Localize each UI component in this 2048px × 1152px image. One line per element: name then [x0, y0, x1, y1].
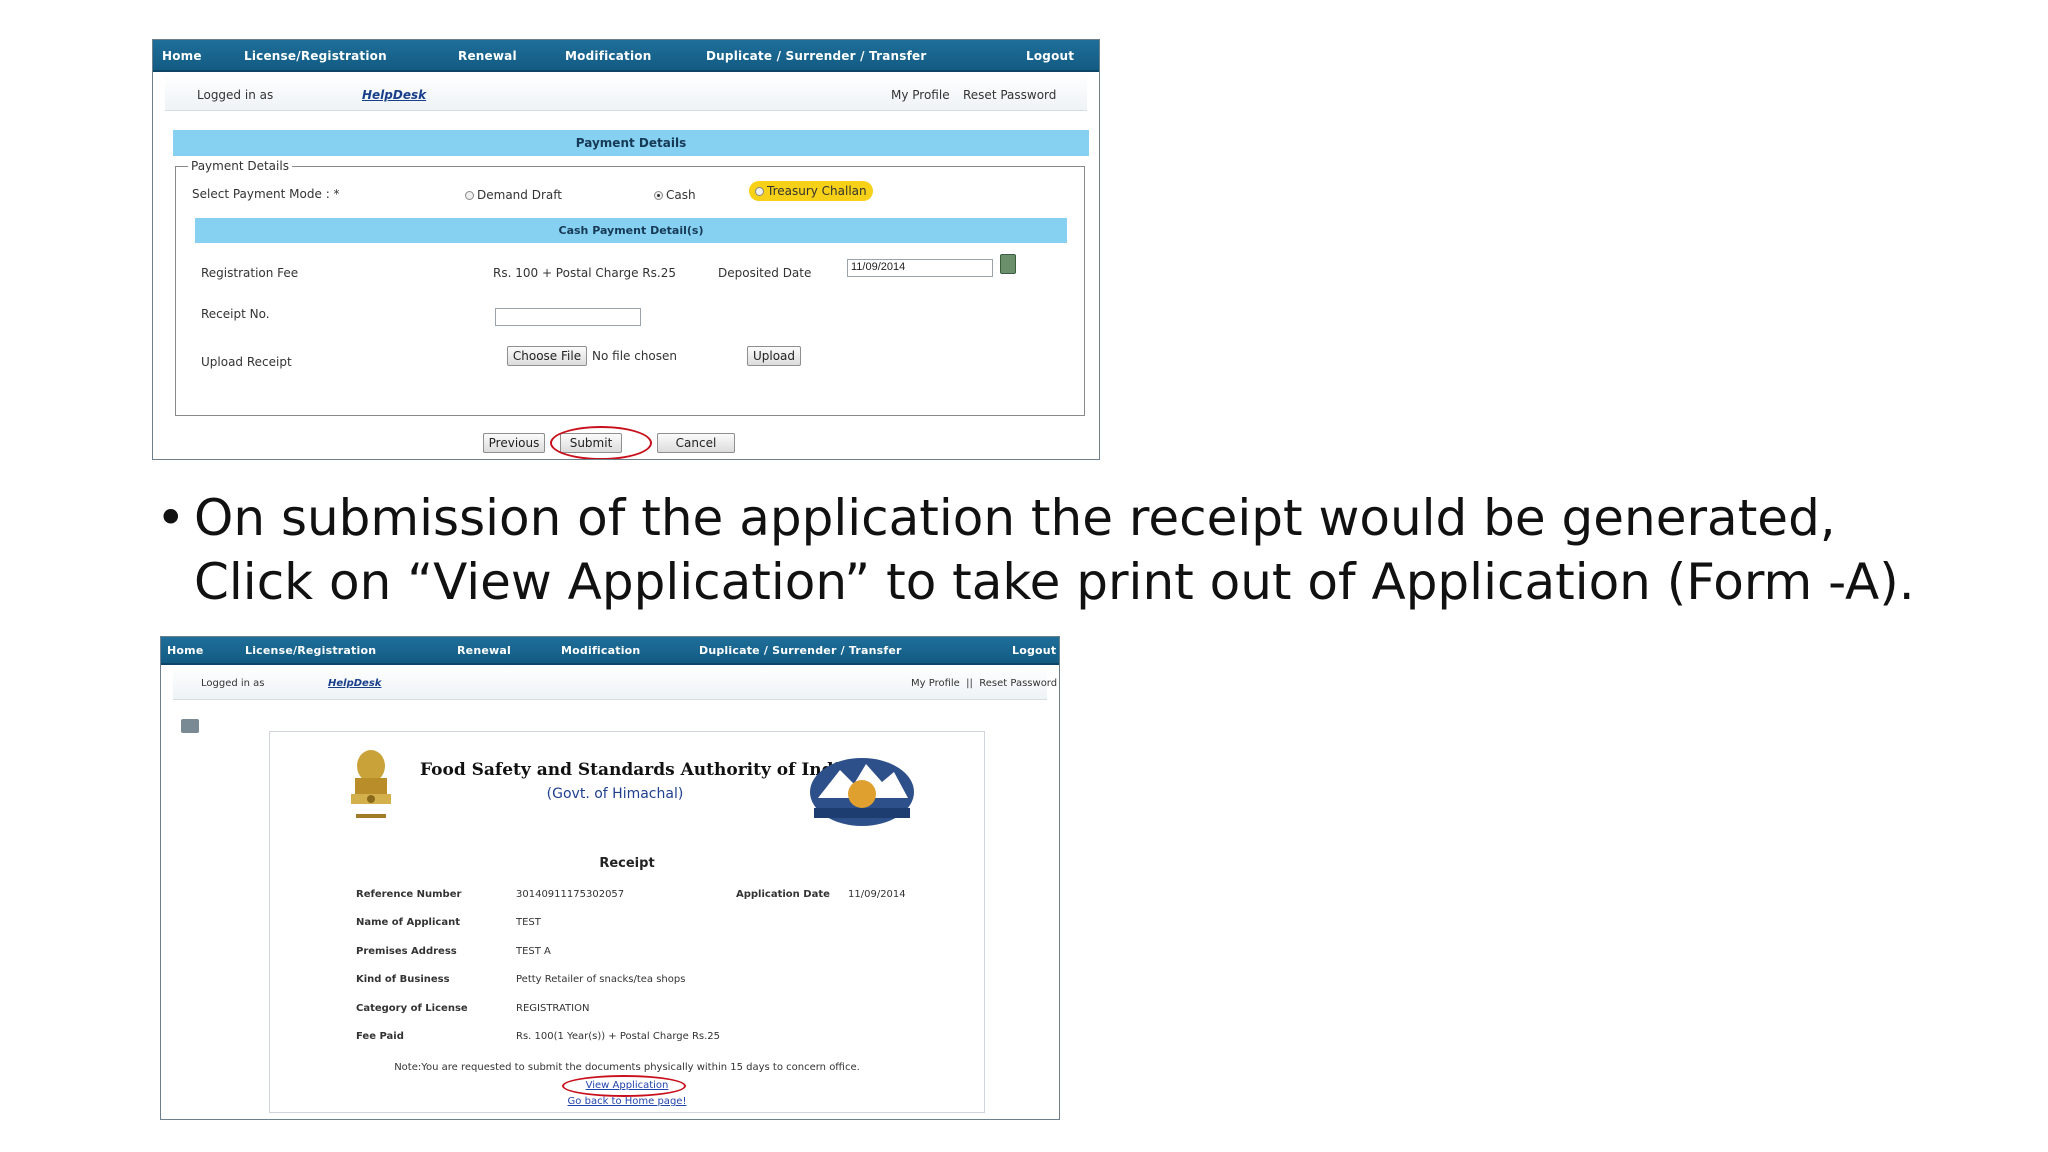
nav-logout[interactable]: Logout [1026, 49, 1074, 63]
view-application-annotation-circle [562, 1075, 686, 1097]
receipt-no-input[interactable] [495, 308, 641, 326]
submission-note: Note:You are requested to submit the doc… [394, 1062, 860, 1073]
bullet-marker: • [156, 489, 186, 547]
national-emblem-logo [351, 750, 391, 818]
nav-modification[interactable]: Modification [561, 644, 640, 657]
nav-duplicate-surrender-transfer[interactable]: Duplicate / Surrender / Transfer [699, 644, 902, 657]
logged-in-label: Logged in as [201, 678, 265, 689]
user-name-link[interactable]: HelpDesk [328, 678, 381, 689]
no-file-chosen-text: No file chosen [592, 349, 678, 363]
radio-demand-draft[interactable]: Demand Draft [465, 188, 562, 202]
submit-annotation-circle [550, 426, 652, 459]
my-profile-link[interactable]: My Profile [891, 88, 950, 102]
top-navigation-bar: Home License/Registration Renewal Modifi… [161, 637, 1059, 665]
nav-renewal[interactable]: Renewal [458, 49, 517, 63]
upload-receipt-label: Upload Receipt [201, 355, 292, 369]
instruction-line-1: On submission of the application the rec… [194, 489, 1836, 547]
user-name-link[interactable]: HelpDesk [362, 88, 426, 102]
nav-logout[interactable]: Logout [1012, 644, 1056, 657]
payment-form-screenshot: Home License/Registration Renewal Modifi… [152, 39, 1100, 460]
cancel-button[interactable]: Cancel [657, 433, 735, 453]
nav-license-registration[interactable]: License/Registration [244, 49, 387, 63]
top-navigation-bar: Home License/Registration Renewal Modifi… [153, 40, 1099, 72]
receipt-screenshot: Home License/Registration Renewal Modifi… [160, 636, 1060, 1120]
login-bar: Logged in as HelpDesk My Profile Reset P… [165, 74, 1087, 111]
home-page-link[interactable]: Go back to Home page! [270, 1096, 984, 1107]
radio-button[interactable] [755, 187, 764, 196]
receipt-panel: Food Safety and Standards Authority of I… [269, 731, 985, 1113]
radio-button-selected[interactable] [654, 191, 663, 200]
printer-icon[interactable] [181, 719, 199, 733]
radio-button[interactable] [465, 191, 474, 200]
calendar-icon[interactable] [1000, 254, 1016, 274]
reset-password-link[interactable]: Reset Password [963, 88, 1056, 102]
profile-links[interactable]: My Profile || Reset Password [911, 678, 1057, 689]
nav-home[interactable]: Home [162, 49, 202, 63]
nav-license-registration[interactable]: License/Registration [245, 644, 376, 657]
radio-treasury-challan[interactable]: Treasury Challan [749, 181, 873, 201]
instruction-line-2: Click on “View Application” to take prin… [194, 553, 1915, 611]
cash-payment-header: Cash Payment Detail(s) [195, 218, 1067, 243]
login-bar: Logged in as HelpDesk My Profile || Rese… [173, 665, 1057, 700]
upload-button[interactable]: Upload [747, 346, 801, 366]
himachal-state-logo [810, 758, 914, 826]
organization-subtitle: (Govt. of Himachal) [546, 786, 684, 802]
payment-mode-label: Select Payment Mode : * [192, 187, 340, 201]
payment-details-header: Payment Details [173, 130, 1089, 156]
payment-details-fieldset: Payment Details [175, 159, 1085, 416]
nav-renewal[interactable]: Renewal [457, 644, 511, 657]
nav-home[interactable]: Home [167, 644, 204, 657]
deposited-date-label: Deposited Date [718, 266, 812, 280]
deposited-date-input[interactable]: 11/09/2014 [847, 259, 993, 277]
registration-fee-label: Registration Fee [201, 266, 299, 280]
nav-duplicate-surrender-transfer[interactable]: Duplicate / Surrender / Transfer [706, 49, 926, 63]
receipt-no-label: Receipt No. [201, 307, 270, 321]
choose-file-button[interactable]: Choose File [507, 346, 587, 366]
radio-cash[interactable]: Cash [654, 188, 696, 202]
nav-modification[interactable]: Modification [565, 49, 651, 63]
receipt-heading: Receipt [599, 856, 655, 871]
organization-title: Food Safety and Standards Authority of I… [420, 760, 852, 780]
logged-in-label: Logged in as [197, 88, 274, 102]
registration-fee-value: Rs. 100 + Postal Charge Rs.25 [493, 266, 676, 280]
fieldset-legend: Payment Details [188, 159, 292, 173]
previous-button[interactable]: Previous [483, 433, 545, 453]
